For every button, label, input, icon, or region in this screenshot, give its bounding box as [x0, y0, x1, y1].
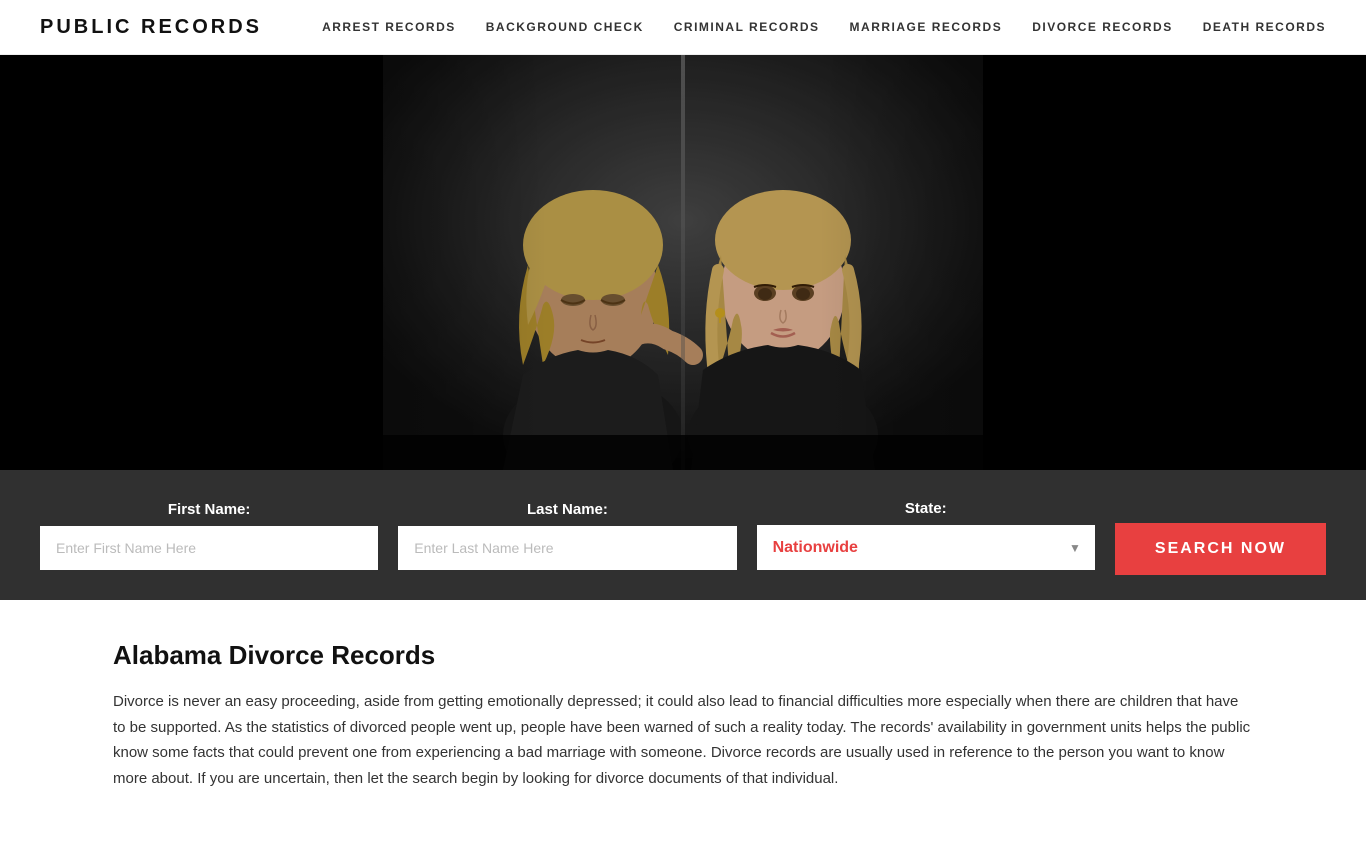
site-logo[interactable]: PUBLIC RECORDS — [40, 16, 262, 39]
nav-divorce-records[interactable]: DIVORCE RECORDS — [1032, 20, 1173, 34]
search-bar: First Name: Last Name: State: Nationwide… — [0, 470, 1366, 600]
state-label: State: — [757, 500, 1095, 517]
nav-death-records[interactable]: DEATH RECORDS — [1203, 20, 1326, 34]
nav-criminal-records[interactable]: CRIMINAL RECORDS — [674, 20, 820, 34]
search-now-button[interactable]: SEARCH NOW — [1115, 523, 1326, 575]
hero-image — [383, 55, 983, 470]
site-header: PUBLIC RECORDS ARREST RECORDS BACKGROUND… — [0, 0, 1366, 55]
nav-marriage-records[interactable]: MARRIAGE RECORDS — [850, 20, 1003, 34]
state-select[interactable]: Nationwide Alabama Alaska Arizona Arkans… — [757, 525, 1095, 570]
page-title: Alabama Divorce Records — [113, 640, 1253, 671]
first-name-field: First Name: — [40, 501, 378, 570]
first-name-label: First Name: — [40, 501, 378, 518]
nav-arrest-records[interactable]: ARREST RECORDS — [322, 20, 456, 34]
hero-couple-svg — [383, 55, 983, 470]
state-field: State: Nationwide Alabama Alaska Arizona… — [757, 500, 1095, 570]
content-body: Divorce is never an easy proceeding, asi… — [113, 689, 1253, 791]
last-name-field: Last Name: — [398, 501, 736, 570]
first-name-input[interactable] — [40, 526, 378, 570]
nav-background-check[interactable]: BACKGROUND CHECK — [486, 20, 644, 34]
hero-section — [0, 55, 1366, 470]
last-name-input[interactable] — [398, 526, 736, 570]
last-name-label: Last Name: — [398, 501, 736, 518]
content-section: Alabama Divorce Records Divorce is never… — [0, 600, 1366, 851]
state-select-wrapper: Nationwide Alabama Alaska Arizona Arkans… — [757, 525, 1095, 570]
main-nav: ARREST RECORDS BACKGROUND CHECK CRIMINAL… — [322, 20, 1326, 34]
